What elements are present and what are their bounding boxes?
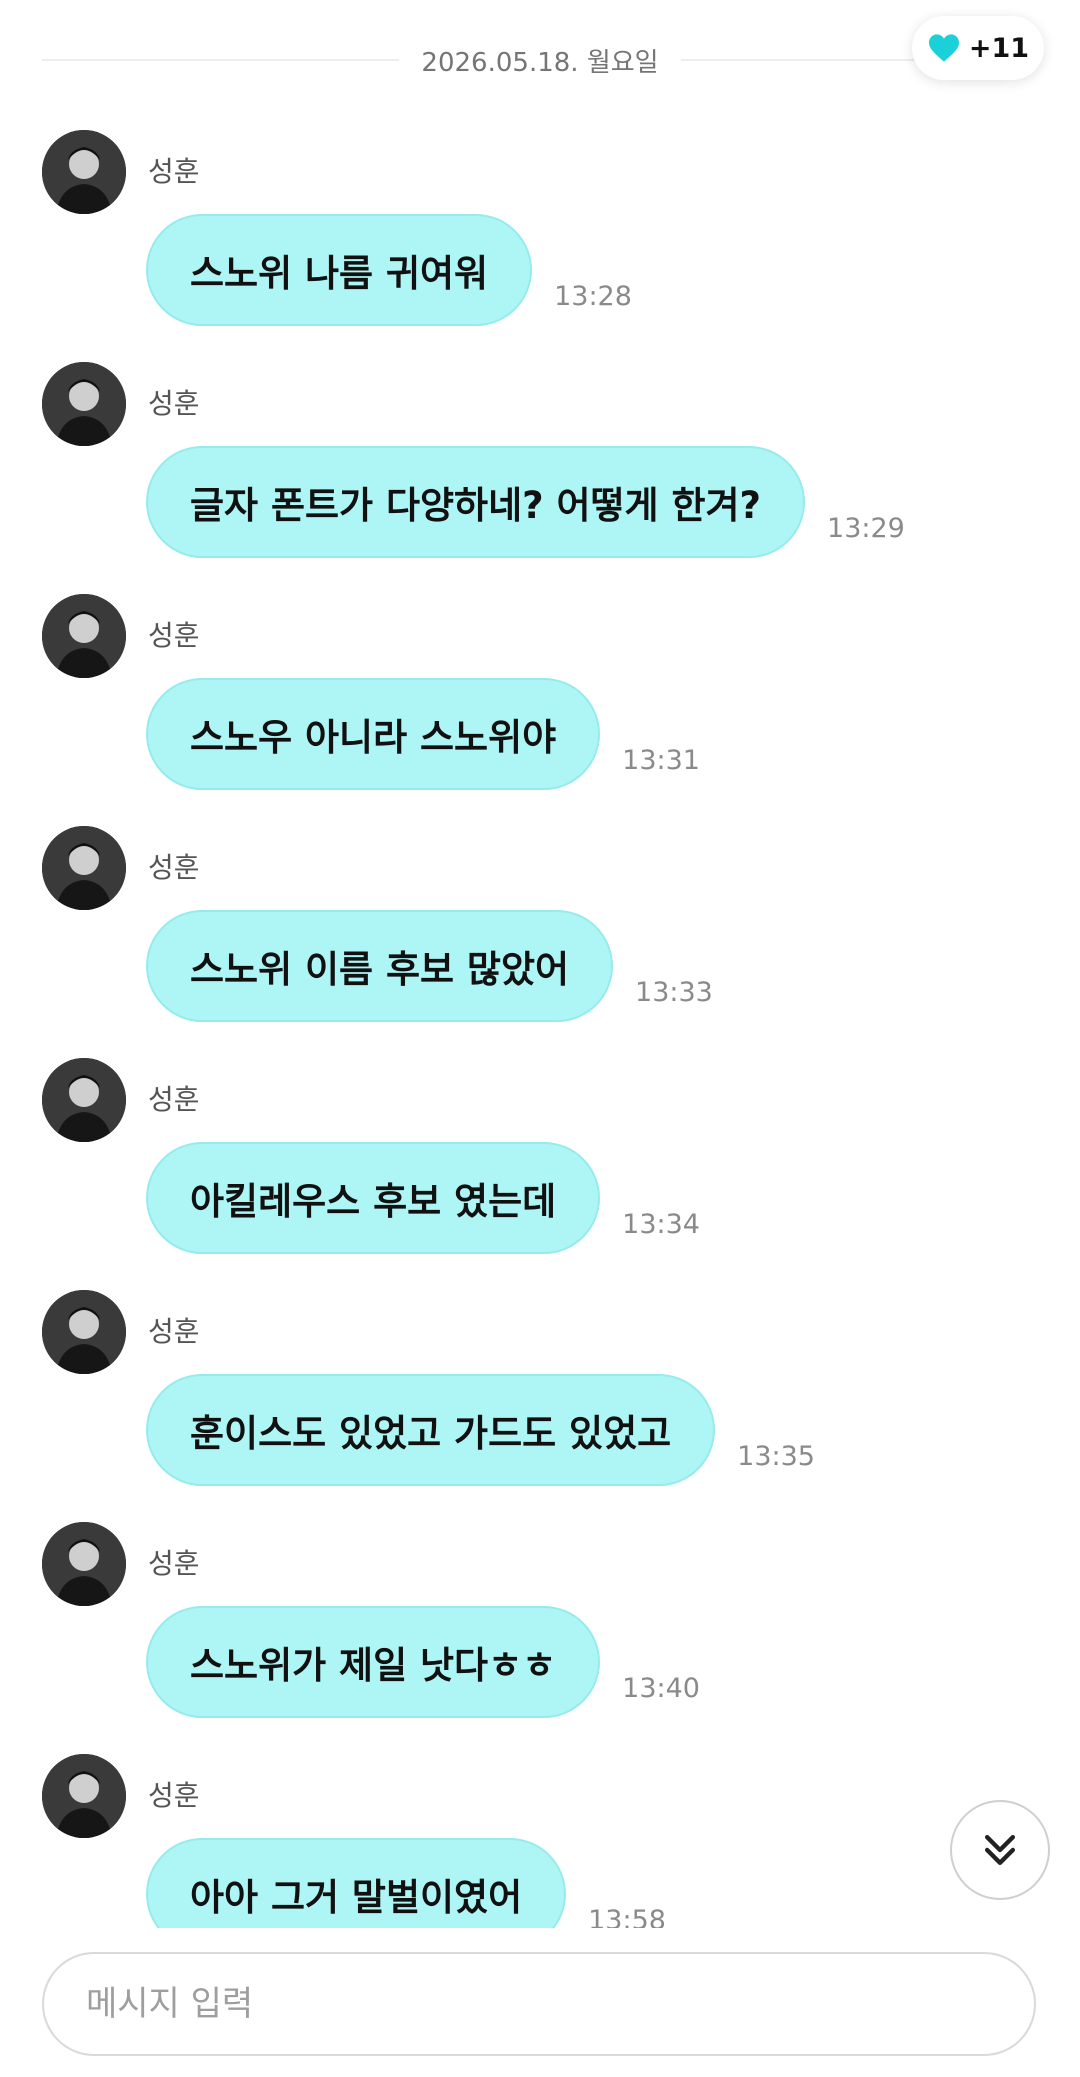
avatar[interactable] (42, 594, 126, 678)
message-time: 13:28 (554, 281, 632, 312)
message-composer (42, 1952, 1036, 2056)
sender-name: 성훈 (148, 1315, 200, 1348)
avatar[interactable] (42, 362, 126, 446)
message-bubble[interactable]: 훈이스도 있었고 가드도 있었고 (146, 1374, 716, 1486)
message-item: 성훈 스노위 이름 후보 많았어 13:33 (0, 826, 1080, 1058)
message-bubble[interactable]: 아아 그거 말벌이였어 (146, 1838, 567, 1928)
message-item: 성훈 아킬레우스 후보 였는데 13:34 (0, 1058, 1080, 1290)
message-item: 성훈 훈이스도 있었고 가드도 있었고 13:35 (0, 1290, 1080, 1522)
message-time: 13:35 (737, 1441, 815, 1472)
sender-name: 성훈 (148, 387, 200, 420)
avatar[interactable] (42, 1290, 126, 1374)
message-item: 성훈 스노우 아니라 스노위야 13:31 (0, 594, 1080, 826)
scroll-to-bottom-button[interactable] (950, 1800, 1050, 1900)
date-label: 2026.05.18. 월요일 (421, 47, 659, 78)
message-time: 13:34 (622, 1209, 700, 1240)
sender-name: 성훈 (148, 851, 200, 884)
message-time: 13:58 (588, 1905, 666, 1928)
message-item: 성훈 아아 그거 말벌이였어 13:58 (0, 1754, 1080, 1928)
message-bubble[interactable]: 스노위 이름 후보 많았어 (146, 910, 614, 1022)
heart-count: +11 (968, 32, 1030, 64)
double-chevron-down-icon (984, 1834, 1016, 1866)
avatar[interactable] (42, 826, 126, 910)
message-bubble[interactable]: 스노위가 제일 낫다ㅎㅎ (146, 1606, 601, 1718)
message-time: 13:29 (827, 513, 905, 544)
divider (42, 59, 400, 61)
message-item: 성훈 글자 폰트가 다양하네? 어떻게 한겨? 13:29 (0, 362, 1080, 594)
avatar[interactable] (42, 1058, 126, 1142)
message-item: 성훈 스노위가 제일 낫다ㅎㅎ 13:40 (0, 1522, 1080, 1754)
message-input[interactable] (84, 1983, 994, 2025)
message-time: 13:40 (622, 1673, 700, 1704)
message-bubble[interactable]: 스노위 나름 귀여워 (146, 214, 533, 326)
chat-list[interactable]: 2026.05.18. 월요일 성훈 스노위 나름 귀여워 13:28 성훈 글… (0, 0, 1080, 1928)
sender-name: 성훈 (148, 1779, 200, 1812)
message-time: 13:31 (622, 745, 700, 776)
sender-name: 성훈 (148, 1083, 200, 1116)
message-time: 13:33 (635, 977, 713, 1008)
heart-icon (928, 34, 959, 62)
sender-name: 성훈 (148, 1547, 200, 1580)
avatar[interactable] (42, 130, 126, 214)
message-bubble[interactable]: 스노우 아니라 스노위야 (146, 678, 601, 790)
heart-counter[interactable]: +11 (912, 16, 1044, 80)
date-separator: 2026.05.18. 월요일 (42, 40, 1038, 80)
message-item: 성훈 스노위 나름 귀여워 13:28 (0, 130, 1080, 362)
sender-name: 성훈 (148, 155, 200, 188)
avatar[interactable] (42, 1522, 126, 1606)
sender-name: 성훈 (148, 619, 200, 652)
message-bubble[interactable]: 아킬레우스 후보 였는데 (146, 1142, 601, 1254)
message-bubble[interactable]: 글자 폰트가 다양하네? 어떻게 한겨? (146, 446, 806, 558)
avatar[interactable] (42, 1754, 126, 1838)
